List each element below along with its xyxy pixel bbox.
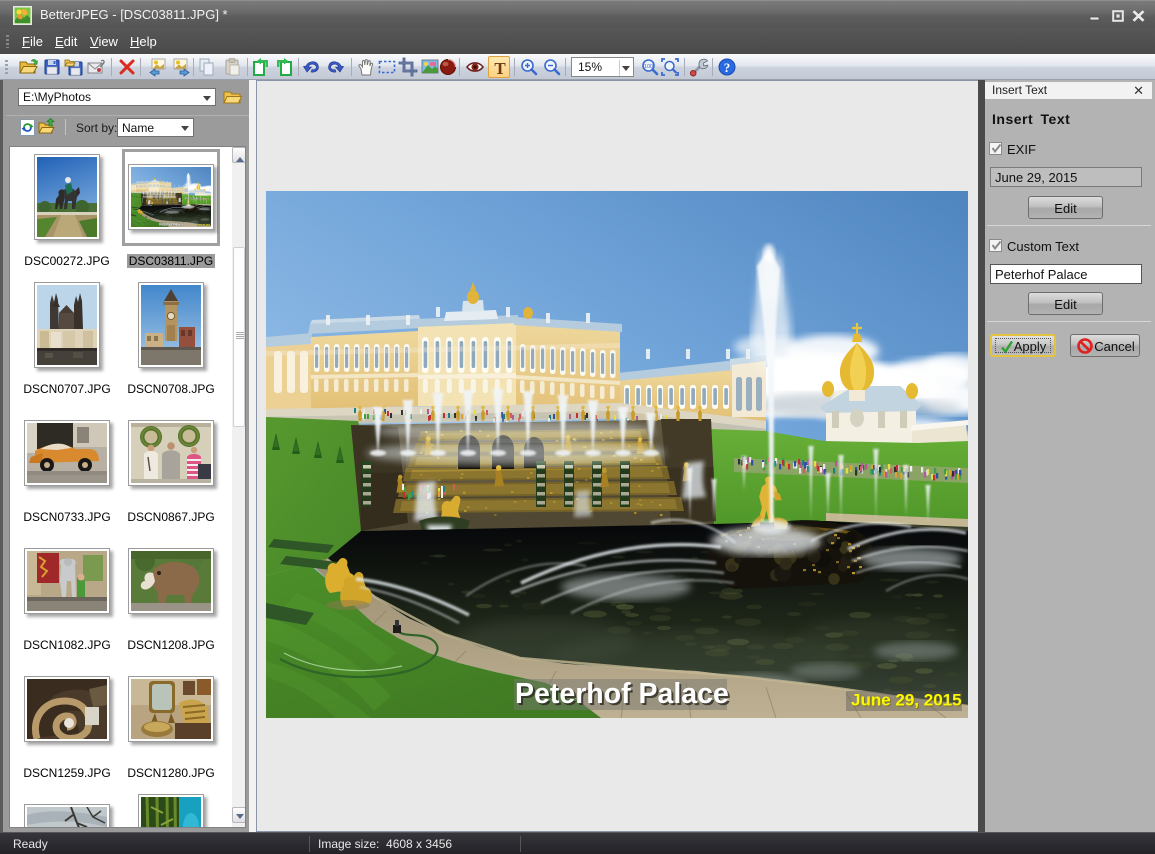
svg-text:June 29, 2015: June 29, 2015 [851, 691, 962, 710]
svg-text:?: ? [724, 60, 731, 75]
svg-text:Peterhof Palace: Peterhof Palace [515, 678, 729, 710]
svg-text:T: T [494, 59, 506, 78]
